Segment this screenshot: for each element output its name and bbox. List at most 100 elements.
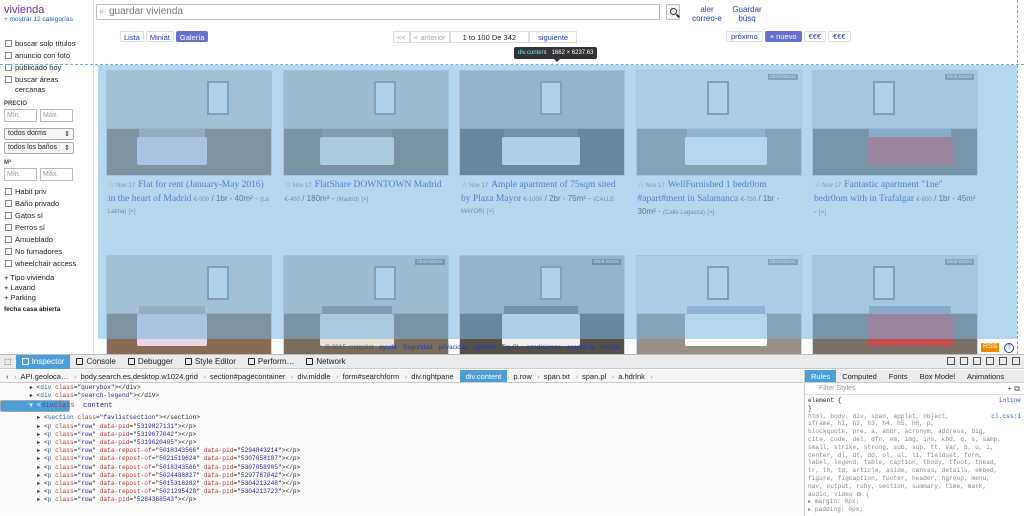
screenshot-icon[interactable] — [973, 357, 981, 365]
pick-element-icon[interactable]: ⬚ — [0, 355, 16, 369]
filter-option[interactable]: Habit priv — [4, 187, 89, 197]
filter-option[interactable]: Baño privado — [4, 199, 89, 209]
checkbox[interactable] — [5, 188, 12, 195]
dock-icon[interactable] — [999, 357, 1007, 365]
tab-perform[interactable]: Perform… — [242, 355, 300, 369]
save-search-button[interactable]: Guardar búsq — [732, 5, 762, 23]
sort-nuevo[interactable]: + nuevo — [764, 31, 802, 42]
checkbox[interactable] — [5, 248, 12, 255]
tab-inspector[interactable]: Inspector — [15, 354, 71, 369]
prev-page-button[interactable]: < anterior — [409, 31, 450, 43]
search-button[interactable] — [666, 4, 680, 20]
breadcrumb-item[interactable]: div.middle — [291, 372, 338, 381]
tab-list[interactable]: Lista — [120, 31, 144, 42]
breadcrumb-item[interactable]: span.pl — [576, 372, 614, 381]
breadcrumb-item[interactable]: section#pagecontainer — [204, 372, 294, 381]
rule-source[interactable]: cl.css:1 — [991, 413, 1021, 421]
breadcrumb-item[interactable]: span.txt — [538, 372, 579, 381]
markup-node[interactable]: ▸ <p class="row" data-pid="5319620405"><… — [0, 439, 803, 447]
tab-computed[interactable]: Computed — [836, 370, 883, 382]
footer-link[interactable]: Trs CL — [501, 344, 520, 351]
split-console-icon[interactable] — [947, 357, 955, 365]
checkbox[interactable] — [5, 52, 12, 59]
breadcrumb-item[interactable]: div.content — [459, 370, 509, 382]
expander-2[interactable]: + Parking — [4, 293, 89, 302]
tab-animations[interactable]: Animations — [961, 370, 1010, 382]
footer-link[interactable]: opinión — [474, 344, 495, 351]
breadcrumb-item[interactable]: div.rightpane — [405, 372, 462, 381]
markup-node[interactable]: ▸ <p class="row" data-repost-of="5024488… — [0, 472, 803, 480]
breadcrumb-item[interactable]: API.geoloca… — [15, 372, 77, 381]
filter-option[interactable]: Amueblado — [4, 235, 89, 245]
sort-price-low[interactable]: €€€ — [828, 31, 851, 42]
markup-node[interactable]: ▸ <div class="search-legend"></div> — [0, 392, 803, 400]
tab-console[interactable]: Console — [70, 355, 121, 369]
markup-node[interactable]: ▸ <p class="row" data-repost-of="5021519… — [0, 455, 803, 463]
rss-button[interactable]: RSS — [981, 343, 1000, 352]
expander-0[interactable]: + Tipo vivienda — [4, 273, 89, 282]
email-alert-button[interactable]: aler correo-e — [690, 5, 724, 23]
checkbox[interactable] — [5, 200, 12, 207]
breadcrumb-back-icon[interactable]: ‹ — [0, 372, 16, 381]
expander-1[interactable]: + Lavand — [4, 283, 89, 292]
area-min-input[interactable]: Mín. — [4, 168, 37, 181]
search-option[interactable]: buscar áreas cercanas — [4, 75, 89, 95]
tab-styleeditor[interactable]: Style Editor — [179, 355, 242, 369]
checkbox[interactable] — [5, 40, 12, 47]
category-title[interactable]: vivienda — [4, 4, 89, 16]
checkbox[interactable] — [5, 212, 12, 219]
breadcrumb-item[interactable]: a.hdrlnk — [612, 372, 652, 381]
collapse-icon[interactable]: « — [99, 6, 104, 16]
search-option[interactable]: anuncio con foto — [4, 51, 89, 61]
tab-boxmodel[interactable]: Box Model — [914, 370, 961, 382]
tab-debugger[interactable]: Debugger — [122, 355, 179, 369]
markup-node[interactable]: ▸ <p class="row" data-pid="5319677042"><… — [0, 431, 803, 439]
markup-node[interactable]: ▸ <p class="row" data-pid="5319827131"><… — [0, 423, 803, 431]
tab-rules[interactable]: Rules — [805, 370, 837, 382]
breadcrumb-item[interactable]: body.search.es.desktop.w1024.grid — [74, 372, 206, 381]
search-input[interactable]: « guardar vivienda — [96, 4, 660, 20]
breadcrumb-item[interactable]: form#searchform — [337, 372, 407, 381]
markup-node[interactable]: ▸ <div class="querybox"></div> — [0, 384, 803, 392]
filter-option[interactable]: wheelchair access — [4, 259, 89, 269]
footer-link[interactable]: privacidad — [439, 344, 469, 351]
more-categories-link[interactable]: + mostrar 12 categorías — [4, 16, 89, 23]
close-icon[interactable] — [1012, 357, 1020, 365]
sort-proximo[interactable]: próximo — [726, 31, 763, 42]
footer-link[interactable]: mobile — [601, 344, 620, 351]
checkbox[interactable] — [5, 76, 12, 83]
breadcrumb-item[interactable]: p.row — [507, 372, 540, 381]
tab-fonts[interactable]: Fonts — [883, 370, 914, 382]
checkbox[interactable] — [5, 64, 12, 71]
footer-link[interactable]: condiciones — [526, 344, 560, 351]
bedrooms-select[interactable]: todos dorms ⇕ — [4, 128, 74, 140]
baths-select[interactable]: todos los baños ⇕ — [4, 142, 74, 154]
sort-price-high[interactable]: €€€ — [803, 31, 827, 42]
add-rule-icon[interactable]: + ⧉ — [1007, 384, 1020, 394]
footer-link[interactable]: acerca de — [567, 344, 596, 351]
price-max-input[interactable]: Máx. — [40, 109, 73, 122]
filter-option[interactable]: Gatos sí — [4, 211, 89, 221]
help-icon[interactable]: ? — [1004, 343, 1014, 353]
markup-node[interactable]: ▸ <p class="row" data-repost-of="5021295… — [0, 488, 803, 496]
markup-node[interactable]: ▸ <p class="row" data-repost-of="5018343… — [0, 447, 803, 455]
checkbox[interactable] — [5, 260, 12, 267]
markup-node[interactable]: ▸ <p class="row" data-pid="5284368543"><… — [0, 496, 803, 504]
footer-link[interactable]: ayuda — [379, 344, 397, 351]
filter-option[interactable]: No fumadores — [4, 247, 89, 257]
markup-node[interactable]: ▸ <section class="favlistsection"></sect… — [0, 414, 803, 422]
tab-thumbs[interactable]: Miniat — [145, 31, 174, 42]
tab-gallery[interactable]: Galería — [175, 31, 209, 42]
area-max-input[interactable]: Máx. — [40, 168, 73, 181]
tab-network[interactable]: Network — [300, 355, 351, 369]
filter-styles-input[interactable]: Filter Styles + ⧉ — [805, 383, 1024, 395]
footer-link[interactable]: Seguridad — [403, 344, 433, 351]
rule-source[interactable]: inline — [999, 397, 1021, 405]
responsive-icon[interactable] — [960, 357, 968, 365]
markup-node[interactable]: ▾ < div class =" content " > — [0, 400, 121, 413]
next-page-button[interactable]: siguiente — [529, 31, 578, 43]
checkbox[interactable] — [5, 236, 12, 243]
price-min-input[interactable]: Mín. — [4, 109, 37, 122]
checkbox[interactable] — [5, 224, 12, 231]
markup-node[interactable]: ▸ <p class="row" data-repost-of="5015316… — [0, 480, 803, 488]
